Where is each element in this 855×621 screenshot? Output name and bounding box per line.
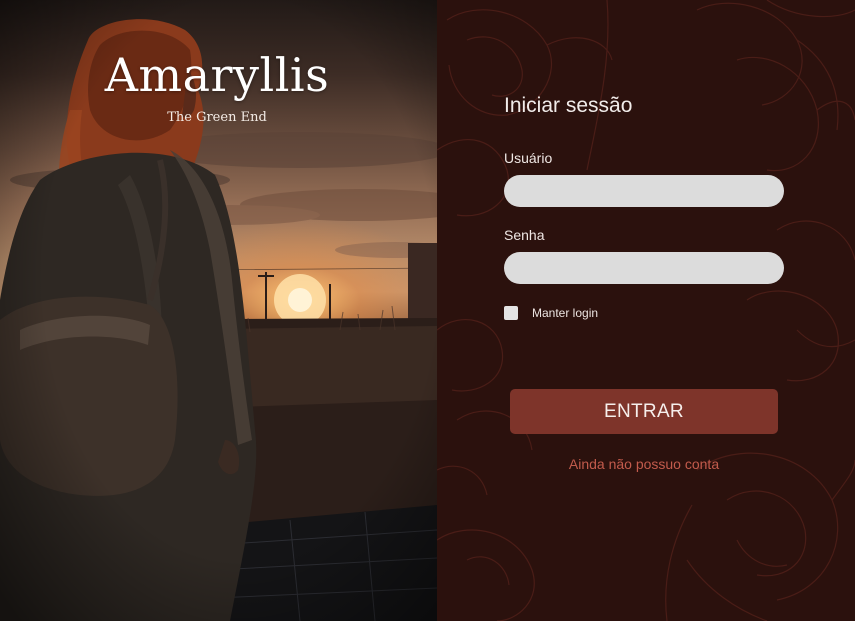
- remember-login-label[interactable]: Manter login: [532, 306, 598, 320]
- remember-login-row: Manter login: [504, 306, 598, 320]
- remember-login-checkbox[interactable]: [504, 306, 518, 320]
- password-input[interactable]: [504, 252, 784, 284]
- signup-link[interactable]: Ainda não possuo conta: [510, 456, 778, 472]
- password-label: Senha: [504, 227, 545, 243]
- hero-panel: Amaryllis The Green End: [0, 0, 437, 621]
- login-heading: Iniciar sessão: [504, 94, 633, 117]
- login-button[interactable]: ENTRAR: [510, 389, 778, 434]
- username-input[interactable]: [504, 175, 784, 207]
- floral-background-pattern: [437, 0, 855, 621]
- brand-title: Amaryllis: [104, 48, 330, 102]
- username-label: Usuário: [504, 150, 553, 166]
- login-page: Amaryllis The Green End Iniciar sessão U…: [0, 0, 855, 621]
- brand-subtitle: The Green End: [167, 110, 267, 125]
- login-panel: Iniciar sessão Usuário Senha Manter logi…: [437, 0, 855, 621]
